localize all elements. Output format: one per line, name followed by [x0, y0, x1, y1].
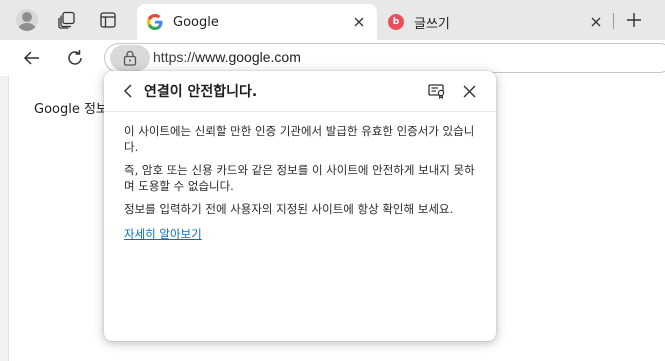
close-icon — [354, 17, 364, 27]
workspaces-button[interactable] — [55, 8, 79, 32]
flyout-header: 연결이 안전합니다. — [104, 71, 496, 112]
close-icon — [591, 17, 601, 27]
tab-title: 글쓰기 — [414, 16, 450, 32]
chevron-left-icon — [123, 84, 132, 98]
tab-title: Google — [173, 14, 219, 30]
certificate-description: 이 사이트에는 신뢰할 만한 인증 기관에서 발급한 유효한 인증서가 있습니다… — [124, 124, 475, 154]
certificate-icon — [428, 84, 445, 99]
page-left-edge — [0, 76, 8, 361]
new-tab-button[interactable] — [622, 8, 646, 32]
certificate-button[interactable] — [427, 81, 447, 101]
close-tab-button[interactable] — [586, 12, 606, 32]
flyout-title: 연결이 안전합니다. — [144, 84, 258, 100]
close-tab-button[interactable] — [349, 12, 369, 32]
url-scheme: https:// — [153, 49, 196, 65]
site-info-button[interactable] — [110, 45, 150, 71]
page-link-fragment[interactable]: Google 정보 — [34, 98, 108, 117]
profile-avatar-button[interactable] — [15, 8, 39, 32]
brunch-icon: b — [388, 14, 404, 30]
tab-strip: Google b 글쓰기 — [0, 0, 665, 40]
verify-site-advice: 정보를 입력하기 전에 사용자의 지정된 사이트에 항상 확인해 보세요. — [124, 202, 454, 216]
avatar-icon — [16, 9, 38, 31]
flyout-body: 이 사이트에는 신뢰할 만한 인증 기관에서 발급한 유효한 인증서가 있습니다… — [124, 123, 480, 242]
vertical-tabs-icon — [100, 12, 116, 28]
flyout-back-button[interactable] — [119, 81, 139, 101]
close-icon — [463, 85, 475, 97]
security-description: 즉, 암호 또는 신용 카드와 같은 정보를 이 사이트에 안전하게 보내지 못… — [124, 163, 475, 193]
tab-actions-button[interactable] — [96, 8, 120, 32]
workspaces-icon — [58, 11, 75, 29]
plus-icon — [627, 13, 641, 27]
flyout-close-button[interactable] — [459, 81, 479, 101]
refresh-button[interactable] — [61, 44, 89, 72]
refresh-icon — [68, 50, 82, 65]
back-button[interactable] — [18, 44, 46, 72]
google-icon — [147, 14, 163, 30]
arrow-left-icon — [23, 51, 39, 65]
learn-more-link[interactable]: 자세히 알아보기 — [124, 226, 202, 242]
tab-write[interactable]: b 글쓰기 — [378, 4, 614, 40]
connection-info-flyout: 연결이 안전합니다. 이 사이트에는 신뢰할 만한 인증 기관에서 발급한 유효… — [104, 71, 496, 341]
lock-icon — [123, 50, 137, 66]
url-text[interactable]: https://www.google.com — [153, 49, 301, 65]
tab-google[interactable]: Google — [137, 4, 377, 40]
tab-separator — [613, 13, 614, 29]
url-host: www.google.com — [195, 49, 301, 65]
